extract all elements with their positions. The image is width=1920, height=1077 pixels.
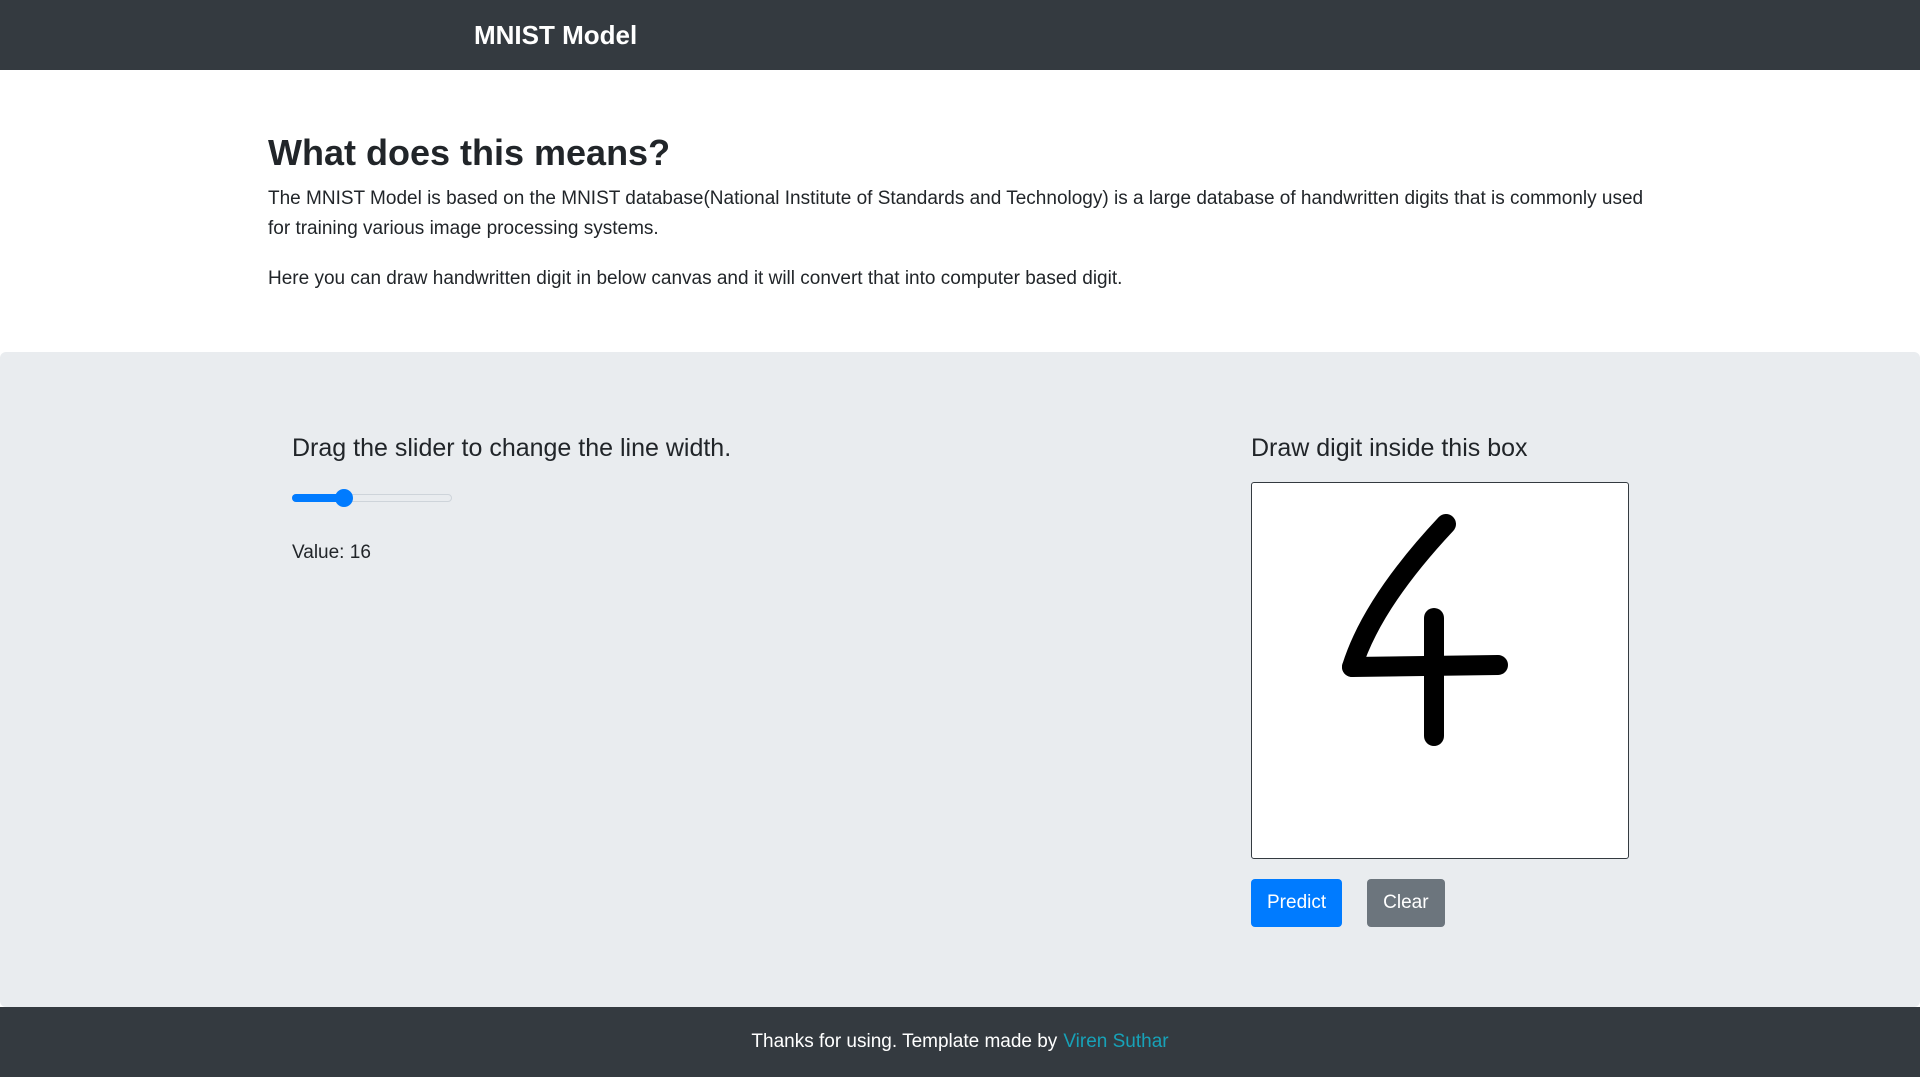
slider-value-label: Value: <box>292 542 345 563</box>
footer: Thanks for using. Template made by Viren… <box>0 1007 1920 1077</box>
drawn-digit-four <box>1342 514 1508 746</box>
clear-button[interactable]: Clear <box>1367 879 1445 927</box>
slider-value: 16 <box>349 542 371 563</box>
intro-heading: What does this means? <box>268 132 671 173</box>
footer-text: Thanks for using. Template made by <box>751 1031 1058 1052</box>
slider-thumb[interactable] <box>335 489 354 507</box>
navbar-brand[interactable]: MNIST Model <box>474 20 637 51</box>
line-width-slider[interactable] <box>292 488 454 508</box>
canvas-heading: Draw digit inside this box <box>1251 434 1528 462</box>
canvas-actions: Predict Clear <box>1251 879 1631 927</box>
slider-value-readout: Value: 16 <box>292 542 892 564</box>
slider-column: Drag the slider to change the line width… <box>292 432 892 564</box>
predict-button[interactable]: Predict <box>1251 879 1343 927</box>
canvas-column: Draw digit inside this box Predict Clear <box>1251 432 1631 927</box>
drawing-panel: Drag the slider to change the line width… <box>0 352 1920 1007</box>
intro-paragraph-2: Here you can draw handwritten digit in b… <box>268 268 1123 289</box>
drawing-canvas[interactable] <box>1251 482 1629 859</box>
navbar: MNIST Model <box>0 0 1920 70</box>
footer-author-link[interactable]: Viren Suthar <box>1063 1031 1168 1053</box>
intro-paragraph-1: The MNIST Model is based on the MNIST da… <box>268 188 1644 239</box>
slider-heading: Drag the slider to change the line width… <box>292 434 732 462</box>
intro-section: What does this means? The MNIST Model is… <box>268 132 1668 314</box>
